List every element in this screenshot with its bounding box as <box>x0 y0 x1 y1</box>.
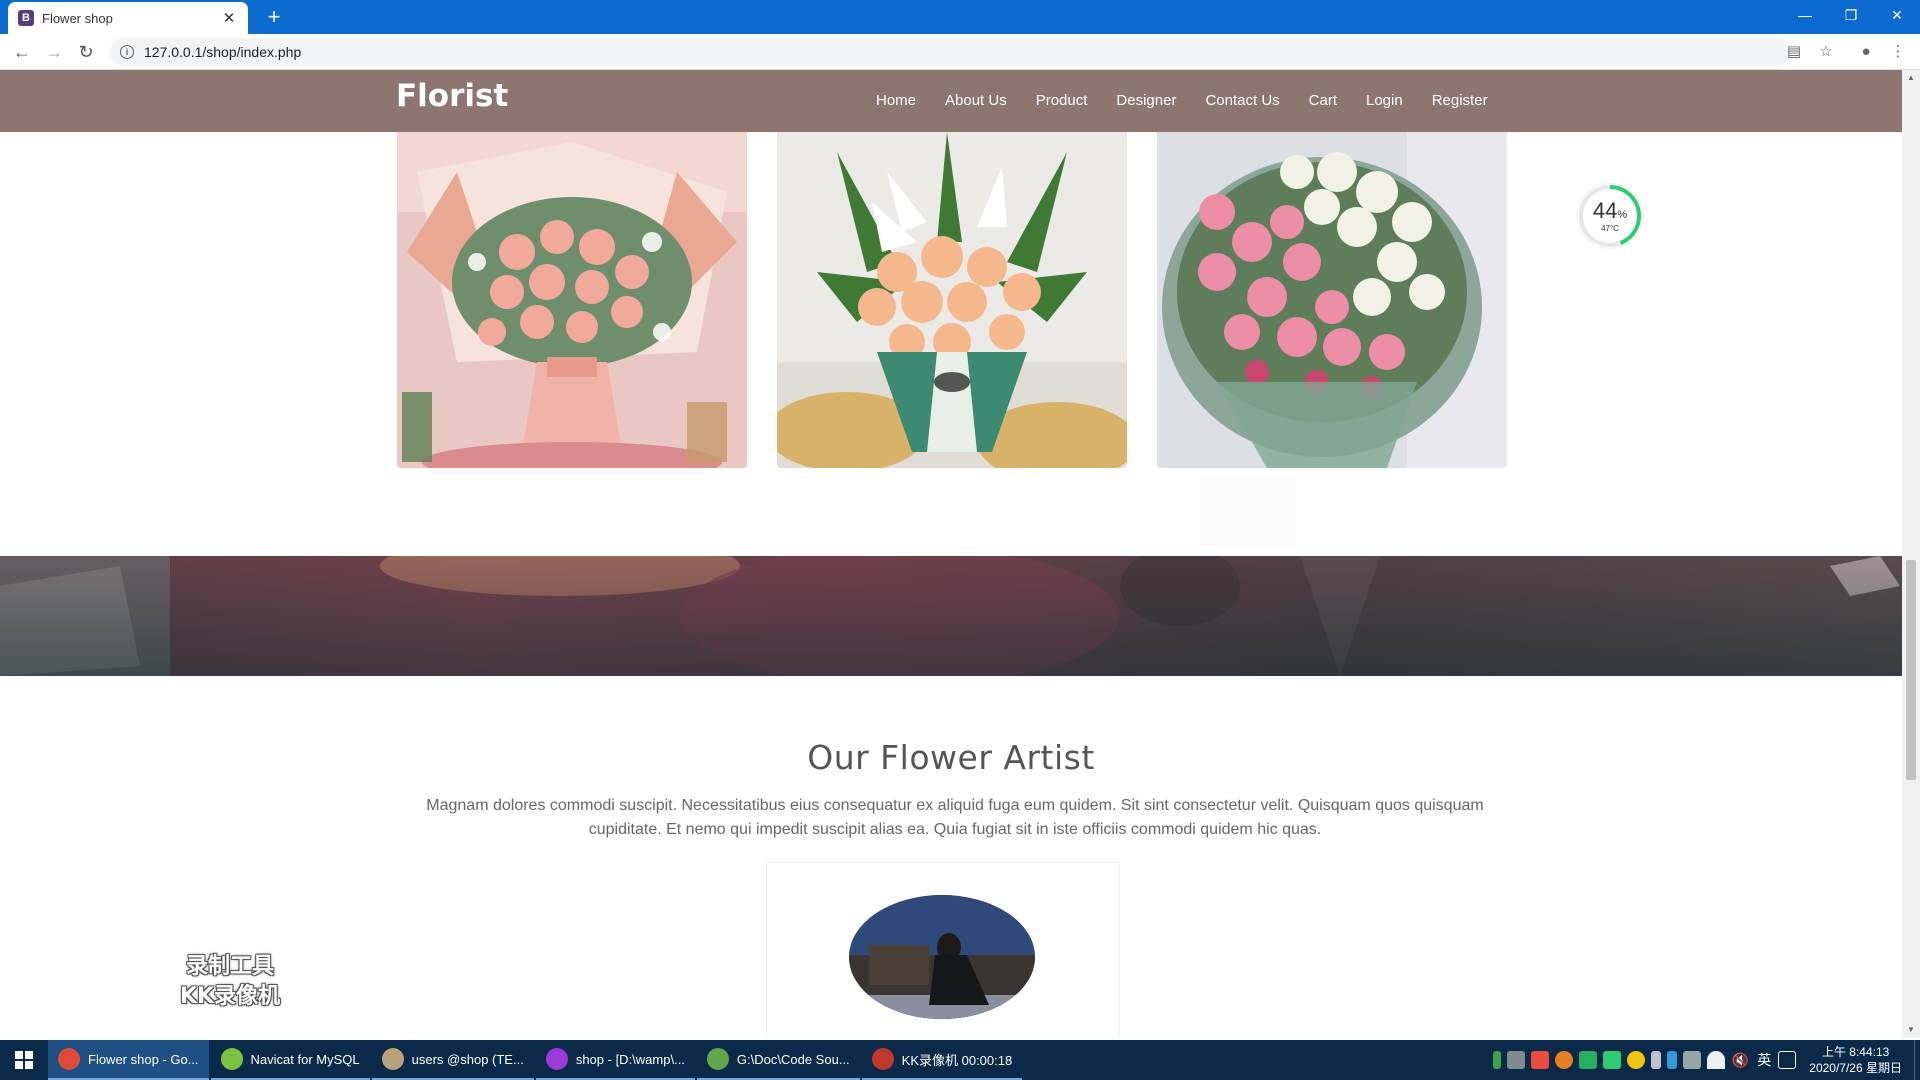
windows-logo-icon <box>15 1051 33 1069</box>
database-icon <box>381 1048 404 1070</box>
nvidia-icon[interactable] <box>1578 1051 1597 1069</box>
taskbar-item[interactable]: G:\Doc\Code Sou... <box>696 1040 860 1080</box>
taskbar-item[interactable]: Navicat for MySQL <box>210 1040 370 1080</box>
nav-link-register[interactable]: Register <box>1432 92 1488 109</box>
tab-title: Flower shop <box>42 10 113 26</box>
scroll-up-icon[interactable]: ▲ <box>1902 70 1920 86</box>
keyboard-icon[interactable] <box>1778 1051 1797 1069</box>
taskbar-item[interactable]: Flower shop - Go... <box>48 1040 209 1080</box>
taskbar-item-label: KK录像机 00:00:18 <box>901 1052 1013 1068</box>
windows-taskbar: Flower shop - Go... Navicat for MySQL user… <box>0 1040 1920 1080</box>
product-image-peach-roses[interactable] <box>777 132 1127 468</box>
tab-close-icon[interactable]: ✕ <box>220 9 238 27</box>
taskbar-item[interactable]: KK录像机 00:00:18 <box>861 1040 1023 1080</box>
chrome-icon <box>58 1048 80 1070</box>
artist-card[interactable] <box>766 862 1120 1038</box>
product-image-pink-roses[interactable] <box>397 132 747 468</box>
tray-app-icon[interactable] <box>1554 1051 1573 1069</box>
product-image-mixed-roses[interactable] <box>1157 132 1507 468</box>
nav-link-login[interactable]: Login <box>1366 92 1403 109</box>
nav-link-about[interactable]: About Us <box>945 92 1007 109</box>
taskbar-item[interactable]: users @shop (TE... <box>371 1040 534 1080</box>
product-gallery <box>397 132 1507 468</box>
network-adapter-icon[interactable] <box>1682 1051 1701 1069</box>
security-shield-icon[interactable] <box>1530 1051 1549 1069</box>
wifi-icon[interactable] <box>1706 1051 1725 1069</box>
system-clock[interactable]: 上午 8:44:13 2020/7/26 星期日 <box>1809 1044 1902 1076</box>
taskbar-item-label: Flower shop - Go... <box>88 1051 199 1067</box>
recorder-watermark: 录制工具 KK录像机 <box>179 954 281 1009</box>
faint-background-block <box>1200 476 1296 546</box>
scrollbar-thumb[interactable] <box>1906 560 1916 780</box>
show-desktop-button[interactable] <box>1914 1040 1920 1080</box>
volume-muted-icon[interactable]: 🔇 <box>1732 1052 1749 1069</box>
cloud-icon[interactable] <box>1506 1051 1525 1069</box>
cpu-percent-label: 44% <box>1592 198 1628 223</box>
ime-indicator[interactable]: 英 <box>1757 1050 1771 1070</box>
scroll-down-icon[interactable]: ▼ <box>1902 1022 1920 1038</box>
nav-link-contact[interactable]: Contact Us <box>1205 92 1279 109</box>
artist-photo <box>849 895 1035 1019</box>
windows-start-button[interactable] <box>0 1040 48 1080</box>
taskbar-item-label: users @shop (TE... <box>411 1051 524 1067</box>
navicat-icon <box>220 1048 243 1070</box>
battery-icon[interactable] <box>1492 1051 1501 1069</box>
kk-recorder-icon <box>871 1048 894 1070</box>
page-viewport: Florist Home About Us Product Designer C… <box>0 70 1902 1038</box>
new-tab-button[interactable]: + <box>260 4 288 32</box>
url-omnibox[interactable]: i 127.0.0.1/shop/index.php <box>110 38 1790 66</box>
taskbar-item-label: Navicat for MySQL <box>250 1051 360 1067</box>
site-nav-menu: Home About Us Product Designer Contact U… <box>876 92 1517 109</box>
parallax-banner <box>0 556 1902 676</box>
cpu-temperature-label: 47°C <box>1601 224 1619 233</box>
cpu-usage-gauge: 44% 47°C <box>1578 184 1642 248</box>
notepad-icon <box>706 1048 729 1070</box>
site-navbar: Florist Home About Us Product Designer C… <box>0 70 1902 132</box>
section-title-artists: Our Flower Artist <box>807 738 1095 777</box>
reload-icon[interactable]: ↻ <box>74 40 98 64</box>
bluetooth-icon[interactable] <box>1666 1051 1677 1069</box>
browser-tab-bar: B Flower shop ✕ + — ❐ ✕ <box>0 0 1920 34</box>
window-close-icon[interactable]: ✕ <box>1874 0 1920 30</box>
nav-link-designer[interactable]: Designer <box>1116 92 1176 109</box>
browser-menu-icon[interactable]: ⋮ <box>1886 40 1910 64</box>
banner-overlay <box>0 556 1902 676</box>
site-brand-logo[interactable]: Florist <box>396 78 508 114</box>
browser-tab[interactable]: B Flower shop ✕ <box>8 2 248 34</box>
tray-green-app-icon[interactable] <box>1602 1051 1621 1069</box>
address-bar-row: ← → ↻ i 127.0.0.1/shop/index.php ▤ ☆ ● ⋮ <box>0 34 1920 70</box>
translate-icon[interactable]: ▤ <box>1782 40 1806 64</box>
profile-avatar-icon[interactable]: ● <box>1854 40 1878 64</box>
bookmark-star-icon[interactable]: ☆ <box>1814 40 1838 64</box>
minimize-icon[interactable]: — <box>1782 0 1828 30</box>
restore-icon[interactable]: ❐ <box>1828 0 1874 30</box>
phpstorm-icon <box>545 1048 568 1070</box>
site-info-icon[interactable]: i <box>120 45 134 59</box>
system-tray: 🔇 英 上午 8:44:13 2020/7/26 星期日 <box>1490 1040 1920 1080</box>
tray-yellow-app-icon[interactable] <box>1626 1051 1645 1069</box>
nav-link-home[interactable]: Home <box>876 92 916 109</box>
clock-time: 上午 8:44:13 <box>1821 1045 1890 1059</box>
taskbar-item-label: G:\Doc\Code Sou... <box>736 1051 850 1067</box>
taskbar-apps: Flower shop - Go... Navicat for MySQL user… <box>48 1040 1024 1080</box>
forward-arrow-icon[interactable]: → <box>42 40 66 64</box>
nav-link-cart[interactable]: Cart <box>1309 92 1337 109</box>
taskbar-item-label: shop - [D:\wamp\... <box>575 1051 685 1067</box>
usb-icon[interactable] <box>1650 1051 1661 1069</box>
nav-link-product[interactable]: Product <box>1036 92 1088 109</box>
taskbar-item[interactable]: shop - [D:\wamp\... <box>535 1040 695 1080</box>
clock-date: 2020/7/26 星期日 <box>1809 1061 1902 1075</box>
page-scrollbar[interactable]: ▲ ▼ <box>1902 70 1920 1038</box>
back-arrow-icon[interactable]: ← <box>10 40 34 64</box>
url-text: 127.0.0.1/shop/index.php <box>144 44 302 60</box>
section-description: Magnam dolores commodi suscipit. Necessi… <box>426 797 1484 838</box>
bootstrap-favicon-icon: B <box>18 10 34 26</box>
